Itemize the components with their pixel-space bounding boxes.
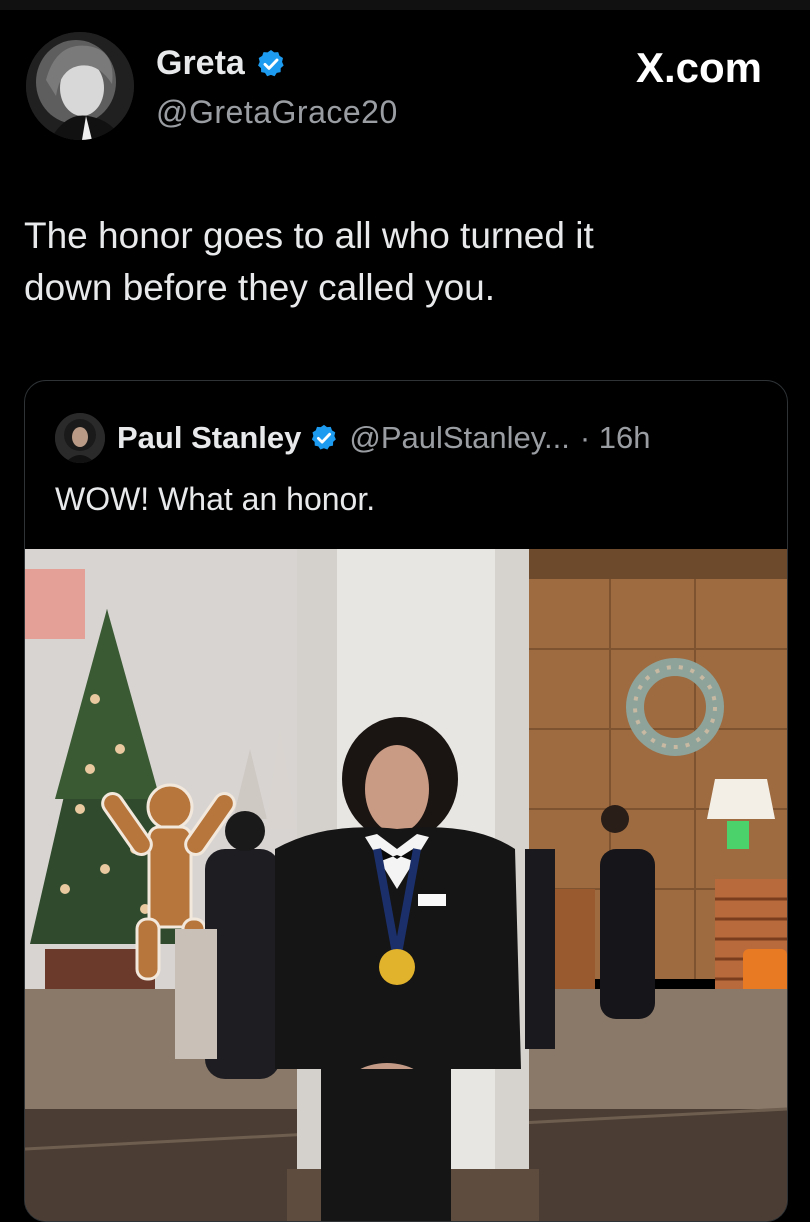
quoted-post-header: Paul Stanley @PaulStanley... · 16h (55, 413, 775, 463)
author-avatar[interactable] (26, 32, 134, 140)
top-strip (0, 0, 810, 10)
author-name-row: Greta (156, 44, 287, 83)
post-text-line-2: down before they called you. (24, 267, 496, 308)
quoted-post-photo[interactable] (25, 549, 787, 1221)
verified-badge-icon (312, 424, 337, 450)
quoted-post-time[interactable]: · 16h (580, 420, 651, 456)
post-text: The honor goes to all who turned it down… (24, 210, 764, 314)
quoted-post-text: WOW! What an honor. (55, 481, 376, 517)
post-text-line-1: The honor goes to all who turned it (24, 215, 594, 256)
x-logo[interactable]: X.com (636, 44, 762, 92)
quoted-post-card[interactable]: Paul Stanley @PaulStanley... · 16h WOW! … (24, 380, 788, 1222)
quoted-author-name[interactable]: Paul Stanley (117, 420, 301, 456)
author-name[interactable]: Greta (156, 44, 245, 83)
author-handle[interactable]: @GretaGrace20 (156, 94, 398, 131)
quoted-author-avatar[interactable] (55, 413, 105, 463)
post-header: Greta @GretaGrace20 X.com (26, 30, 786, 150)
verified-badge-icon (257, 49, 284, 76)
quoted-author-handle[interactable]: @PaulStanley... (349, 420, 569, 456)
